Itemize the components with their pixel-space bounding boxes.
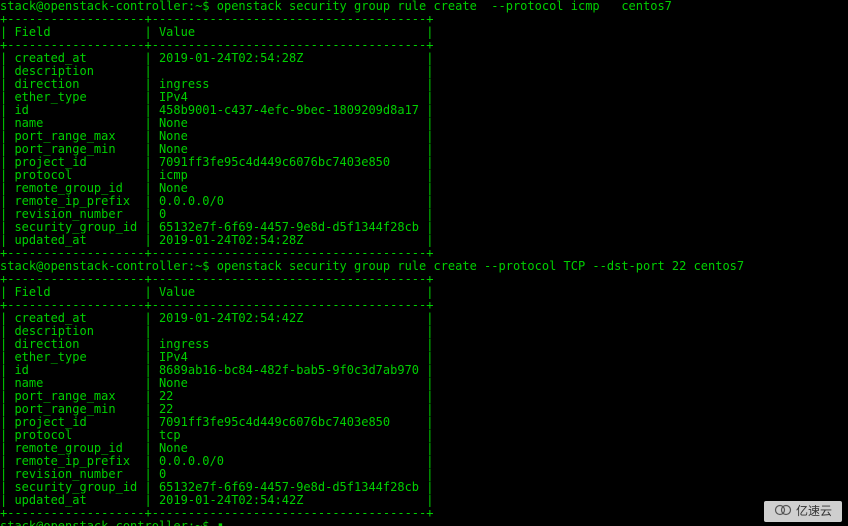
watermark-text: 亿速云	[796, 505, 832, 518]
terminal-output[interactable]: stack@openstack-controller:~$ openstack …	[0, 0, 848, 526]
prompt-cursor-line: stack@openstack-controller:~$ ▮	[0, 520, 848, 526]
overlap-circles-icon	[774, 503, 792, 520]
watermark-badge: 亿速云	[764, 501, 842, 522]
